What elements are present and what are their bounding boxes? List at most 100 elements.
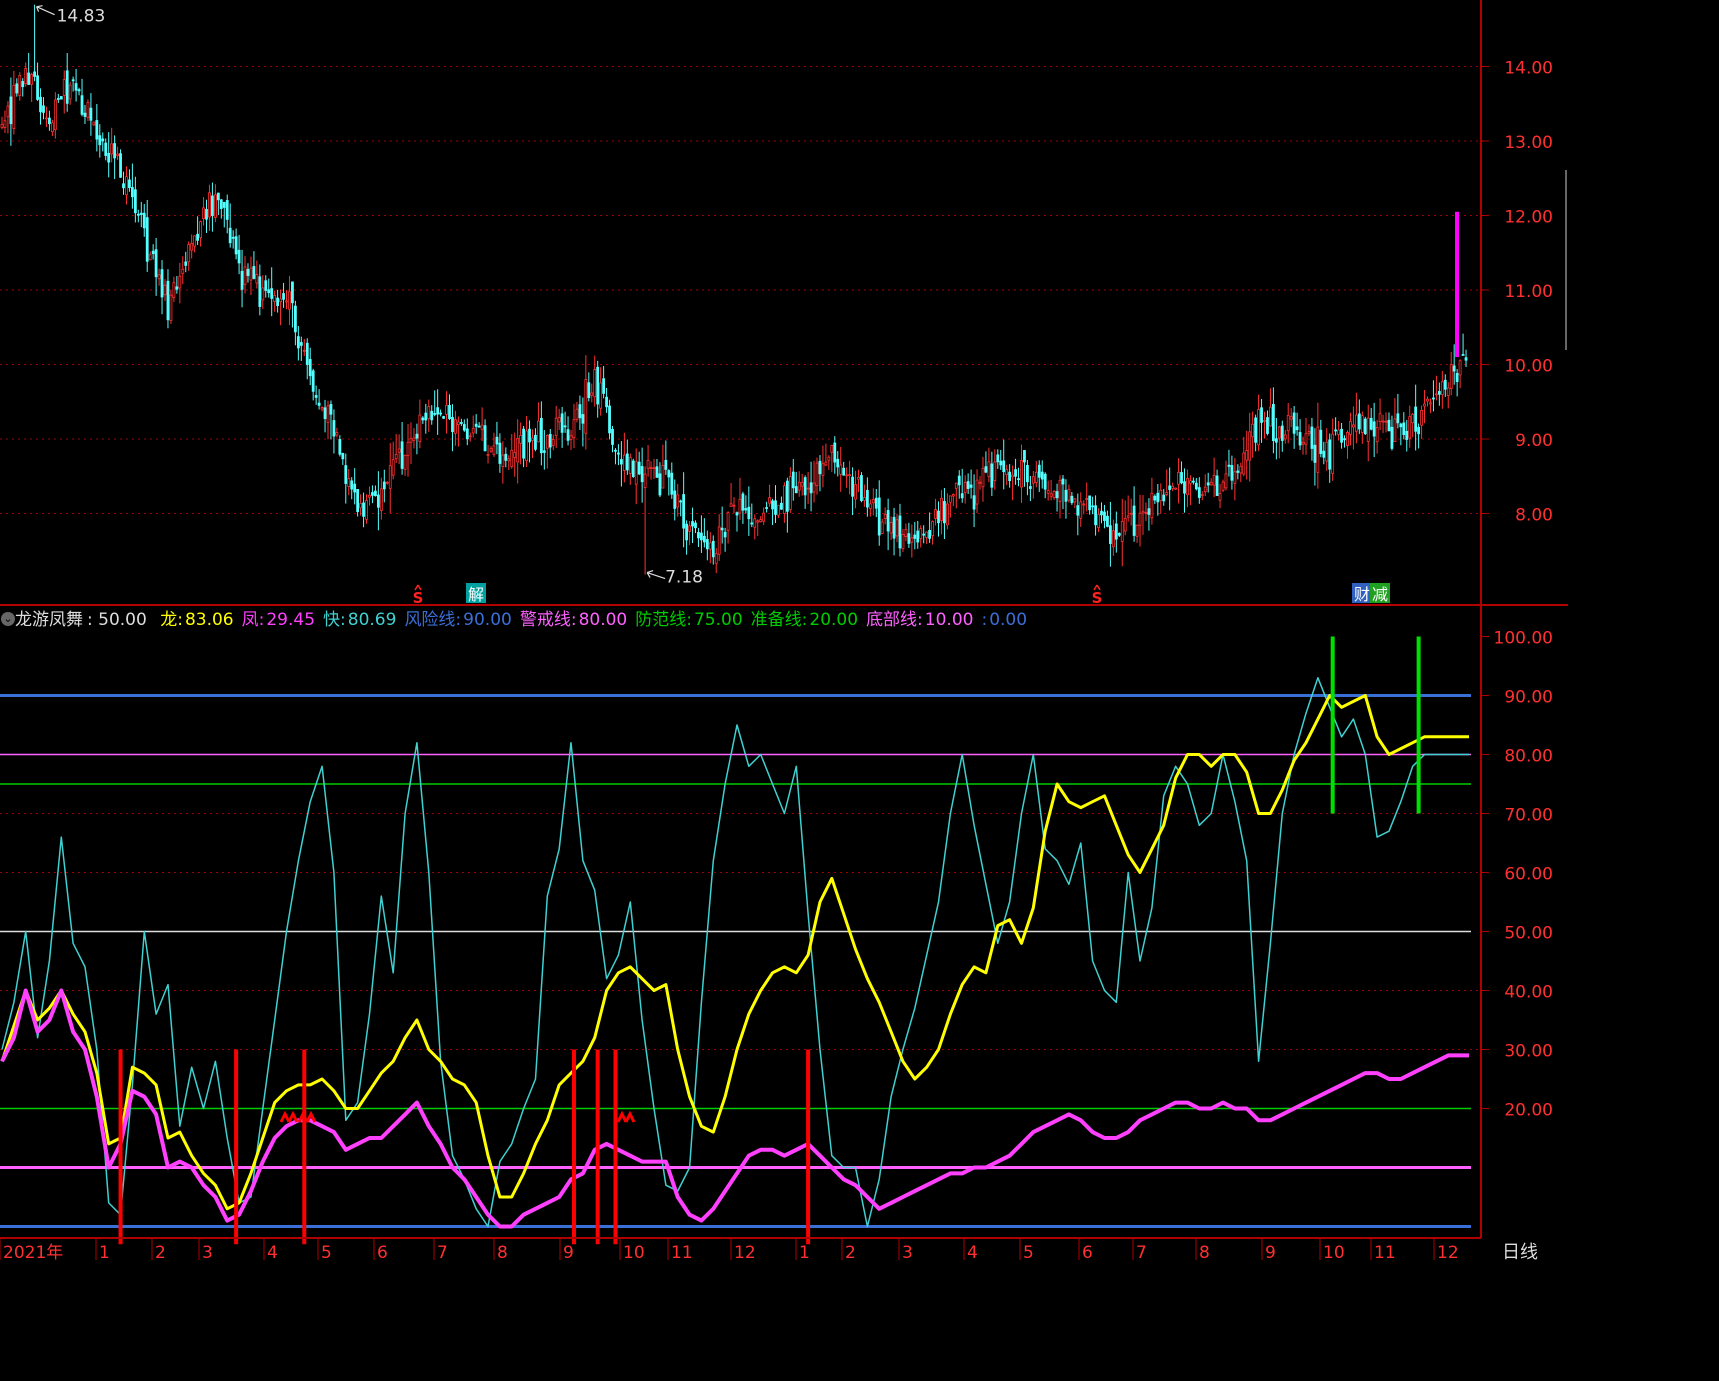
- candle-body[interactable]: [940, 497, 943, 521]
- candle-body[interactable]: [1002, 460, 1006, 473]
- candle-body[interactable]: [794, 486, 798, 494]
- candle-body[interactable]: [1008, 471, 1012, 482]
- candle-body[interactable]: [631, 460, 635, 477]
- candle-body[interactable]: [1079, 501, 1083, 519]
- candle-body[interactable]: [539, 417, 543, 454]
- candle-body[interactable]: [427, 406, 431, 420]
- candle-body[interactable]: [531, 437, 534, 441]
- candle-body[interactable]: [157, 274, 161, 280]
- candle-body[interactable]: [774, 500, 777, 515]
- candle-body[interactable]: [1458, 360, 1462, 376]
- candle-body[interactable]: [1292, 412, 1296, 434]
- candle-body[interactable]: [1034, 471, 1038, 483]
- candle-body[interactable]: [1233, 471, 1237, 484]
- candle-body[interactable]: [987, 461, 991, 478]
- candle-body[interactable]: [412, 437, 416, 441]
- candle-body[interactable]: [317, 402, 321, 406]
- candle-body[interactable]: [806, 487, 810, 490]
- candle-body[interactable]: [27, 72, 31, 85]
- candle-body[interactable]: [507, 458, 511, 462]
- candle-body[interactable]: [1280, 425, 1284, 441]
- candle-body[interactable]: [948, 495, 952, 503]
- candle-body[interactable]: [296, 336, 300, 349]
- candle-body[interactable]: [368, 494, 371, 498]
- candle-body[interactable]: [362, 502, 365, 517]
- candle-body[interactable]: [107, 152, 111, 163]
- candle-body[interactable]: [492, 445, 496, 455]
- candle-body[interactable]: [1191, 480, 1195, 483]
- candle-body[interactable]: [1423, 403, 1426, 407]
- candle-body[interactable]: [1242, 452, 1246, 475]
- candle-body[interactable]: [854, 484, 857, 500]
- candle-body[interactable]: [92, 121, 96, 126]
- candle-body[interactable]: [628, 457, 632, 474]
- candle-body[interactable]: [1094, 505, 1097, 526]
- candle-body[interactable]: [24, 67, 28, 85]
- candle-body[interactable]: [1399, 423, 1403, 428]
- candle-body[interactable]: [643, 473, 647, 488]
- candle-body[interactable]: [572, 419, 576, 439]
- candle-body[interactable]: [510, 449, 514, 467]
- candle-body[interactable]: [240, 270, 244, 290]
- candle-body[interactable]: [394, 453, 398, 459]
- candle-body[interactable]: [824, 461, 828, 466]
- candle-body[interactable]: [190, 243, 194, 251]
- candle-body[interactable]: [957, 475, 961, 486]
- candle-body[interactable]: [1443, 379, 1447, 390]
- candle-body[interactable]: [575, 408, 579, 420]
- candle-body[interactable]: [282, 293, 285, 300]
- candle-body[interactable]: [1378, 413, 1382, 423]
- candle-body[interactable]: [480, 424, 484, 430]
- candle-body[interactable]: [1058, 479, 1062, 502]
- candle-body[interactable]: [15, 83, 19, 94]
- candle-body[interactable]: [525, 430, 528, 462]
- candle-body[interactable]: [714, 553, 718, 564]
- candle-body[interactable]: [1452, 365, 1456, 372]
- candle-body[interactable]: [750, 522, 754, 525]
- candle-body[interactable]: [36, 75, 39, 100]
- candle-body[interactable]: [1277, 426, 1281, 439]
- candle-body[interactable]: [442, 416, 445, 419]
- candle-body[interactable]: [815, 462, 819, 486]
- candle-body[interactable]: [1440, 381, 1444, 395]
- candle-body[interactable]: [95, 120, 99, 140]
- candle-body[interactable]: [1212, 474, 1216, 486]
- candle-body[interactable]: [1141, 510, 1145, 514]
- candle-body[interactable]: [513, 452, 517, 458]
- candle-body[interactable]: [498, 442, 502, 464]
- candle-body[interactable]: [462, 424, 466, 431]
- candle-body[interactable]: [48, 117, 51, 125]
- candle-body[interactable]: [830, 445, 834, 453]
- candle-body[interactable]: [133, 189, 137, 214]
- candle-body[interactable]: [664, 459, 668, 470]
- candle-body[interactable]: [717, 526, 721, 555]
- candle-body[interactable]: [21, 81, 25, 88]
- candle-body[interactable]: [415, 433, 419, 439]
- candle-body[interactable]: [1390, 426, 1394, 449]
- candle-body[interactable]: [744, 508, 748, 511]
- candle-body[interactable]: [1014, 469, 1017, 477]
- candle-body[interactable]: [685, 523, 688, 541]
- candle-body[interactable]: [720, 527, 724, 531]
- candle-body[interactable]: [1082, 503, 1086, 506]
- candle-body[interactable]: [71, 79, 75, 82]
- candle-body[interactable]: [602, 378, 606, 394]
- candle-body[interactable]: [1251, 423, 1255, 438]
- candle-body[interactable]: [1005, 469, 1009, 476]
- candle-body[interactable]: [1126, 515, 1130, 518]
- candle-body[interactable]: [1028, 486, 1032, 489]
- candle-body[interactable]: [216, 192, 220, 201]
- candle-body[interactable]: [655, 466, 659, 478]
- candle-body[interactable]: [1260, 407, 1263, 423]
- candle-body[interactable]: [142, 212, 146, 229]
- candle-body[interactable]: [1310, 426, 1314, 449]
- candle-body[interactable]: [1138, 512, 1142, 526]
- candle-body[interactable]: [74, 83, 78, 91]
- candle-body[interactable]: [1236, 470, 1240, 473]
- candle-body[interactable]: [1189, 480, 1192, 484]
- candle-body[interactable]: [904, 529, 908, 538]
- candle-body[interactable]: [1248, 431, 1252, 461]
- candle-body[interactable]: [753, 518, 757, 528]
- candle-body[interactable]: [1162, 494, 1166, 502]
- candle-body[interactable]: [1129, 512, 1133, 515]
